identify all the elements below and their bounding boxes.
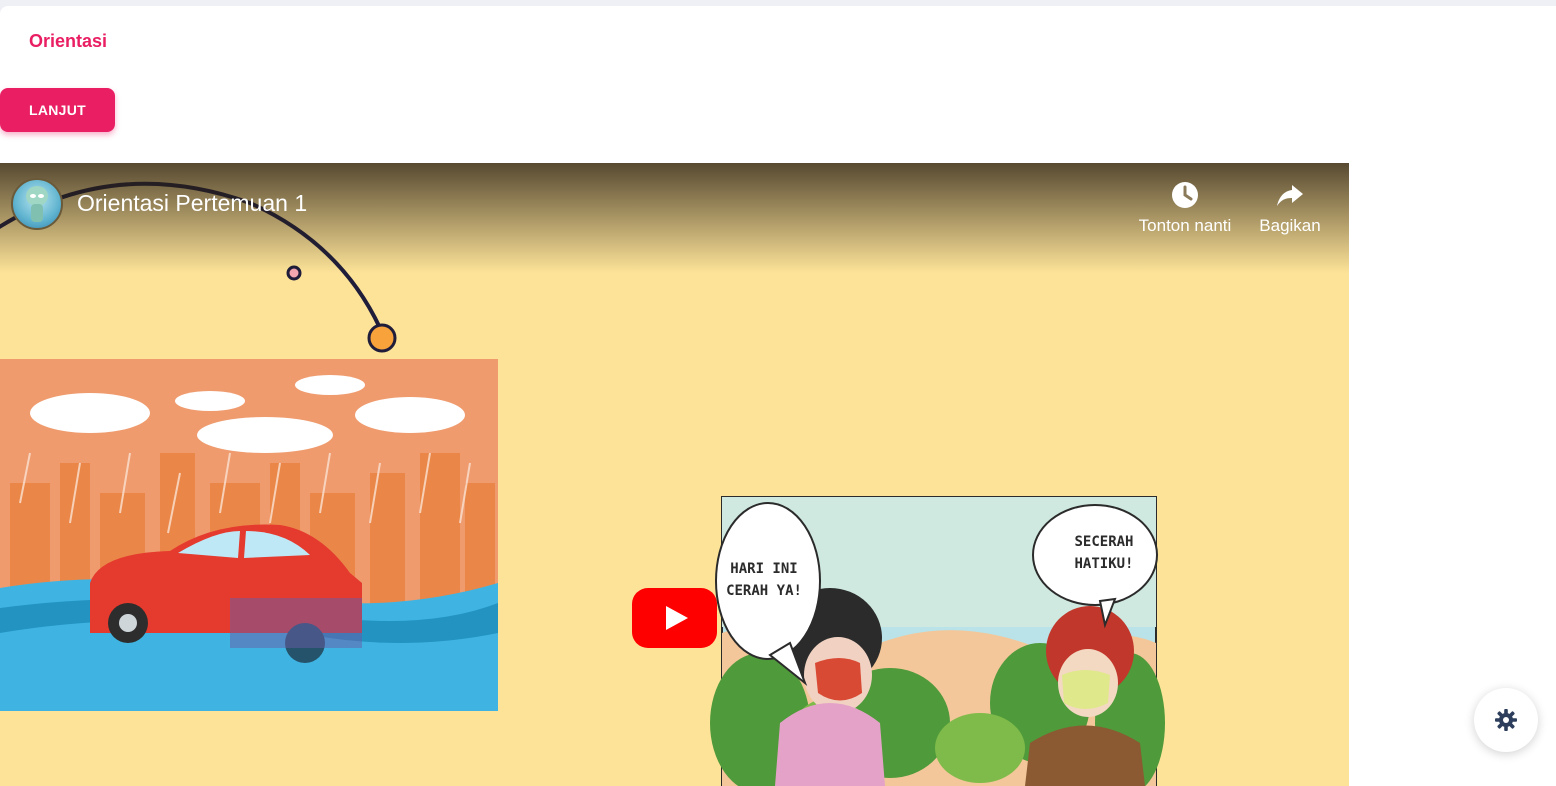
- watch-later-label: Tonton nanti: [1138, 216, 1232, 235]
- play-icon: [666, 606, 688, 630]
- comic-bubble-left-line-1: HARI INI: [730, 561, 797, 577]
- next-button[interactable]: LANJUT: [0, 88, 115, 132]
- channel-avatar[interactable]: [11, 178, 63, 230]
- play-button[interactable]: [632, 588, 717, 648]
- video-player[interactable]: HARI INI CERAH YA! SECERAH HATIKU! Orien…: [0, 163, 1349, 786]
- video-title[interactable]: Orientasi Pertemuan 1: [77, 190, 307, 217]
- share-icon: [1277, 185, 1303, 206]
- comic-bubble-right-line-2: HATIKU!: [1074, 556, 1133, 572]
- share-button[interactable]: Bagikan: [1257, 180, 1323, 236]
- content-card: Orientasi LANJUT HARI INI CERAH YA! SECE…: [0, 6, 1556, 786]
- comic-bubble-right-line-1: SECERAH: [1074, 534, 1133, 550]
- avatar-illustration: [26, 186, 48, 222]
- clock-icon: [1172, 182, 1198, 208]
- share-label: Bagikan: [1259, 216, 1321, 235]
- watch-later-button[interactable]: Tonton nanti: [1136, 180, 1234, 236]
- gear-icon: [1495, 709, 1517, 731]
- comic-bubble-left-line-2: CERAH YA!: [726, 583, 802, 599]
- settings-button[interactable]: [1474, 688, 1538, 752]
- section-title: Orientasi: [29, 31, 108, 51]
